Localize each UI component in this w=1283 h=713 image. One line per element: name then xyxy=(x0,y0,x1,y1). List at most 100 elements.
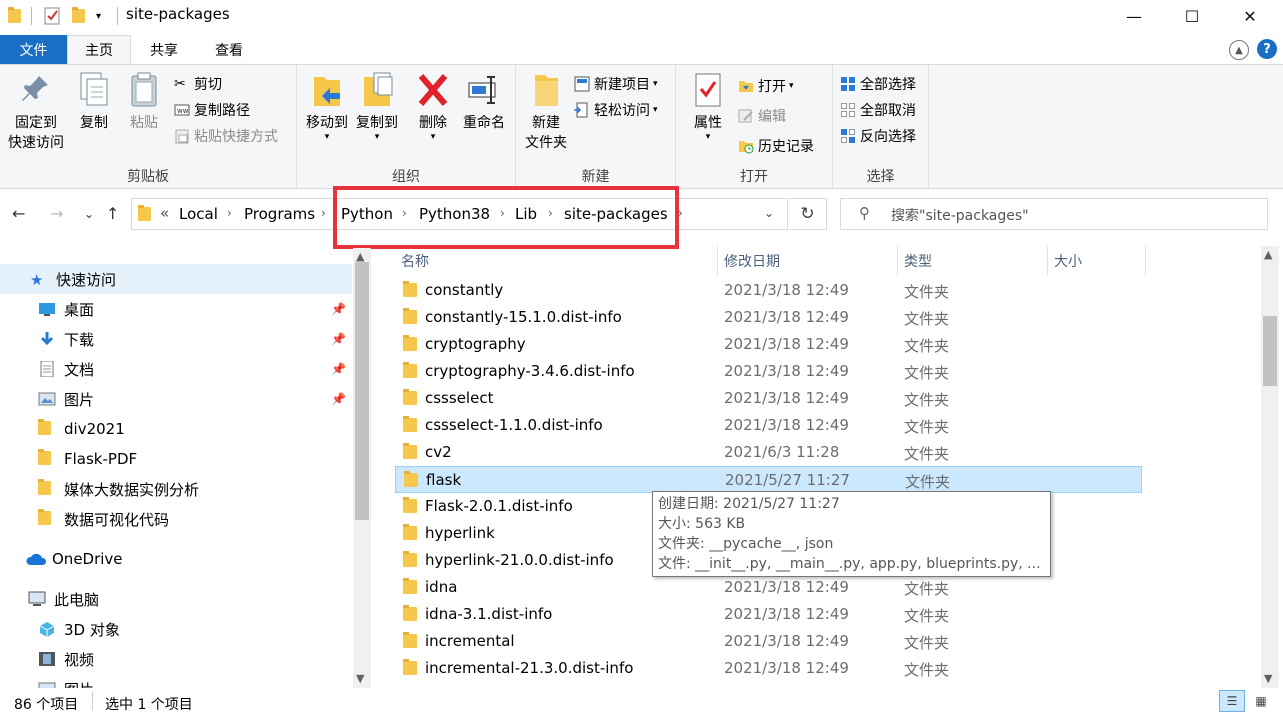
nav-pictures-pc[interactable]: 图片 xyxy=(0,674,352,688)
nav-label: 文档 xyxy=(64,360,95,379)
column-date[interactable]: 修改日期 xyxy=(718,246,898,276)
properties-button[interactable]: 属性 ▾ xyxy=(688,71,728,142)
file-row[interactable]: incremental-21.3.0.dist-info 2021/3/18 12… xyxy=(395,655,1142,682)
dropdown-icon: ▾ xyxy=(324,132,330,142)
copy-button[interactable]: 复制 xyxy=(72,71,116,133)
scroll-up-icon[interactable]: ▲ xyxy=(1264,248,1272,261)
recent-locations-icon[interactable]: ⌄ xyxy=(84,207,94,221)
file-row[interactable]: incremental 2021/3/18 12:49 文件夹 xyxy=(395,628,1142,655)
scroll-down-icon[interactable]: ▼ xyxy=(356,672,364,685)
pin-icon[interactable]: 📌 xyxy=(331,332,346,346)
nav-div2021[interactable]: div2021 xyxy=(0,414,352,444)
nav-pictures[interactable]: 图片 📌 xyxy=(0,384,352,414)
file-row[interactable]: cryptography 2021/3/18 12:49 文件夹 xyxy=(395,331,1142,358)
copy-to-button[interactable]: 复制到 ▾ xyxy=(353,71,401,142)
minimize-button[interactable]: — xyxy=(1105,0,1163,32)
nav-this-pc[interactable]: 此电脑 xyxy=(0,584,352,614)
overflow-breadcrumb[interactable]: « xyxy=(160,204,169,222)
cut-button[interactable]: ✂ 剪切 xyxy=(174,73,222,95)
file-row[interactable]: constantly-15.1.0.dist-info 2021/3/18 12:… xyxy=(395,304,1142,331)
tab-file[interactable]: 文件 xyxy=(0,35,67,64)
open-button[interactable]: 打开 ▾ xyxy=(738,75,794,97)
select-none-button[interactable]: 全部取消 xyxy=(840,99,916,121)
tab-home[interactable]: 主页 xyxy=(67,35,131,64)
up-arrow-icon[interactable]: ↑ xyxy=(106,204,119,223)
nav-videos[interactable]: 视频 xyxy=(0,644,352,674)
new-item-button[interactable]: 新建项目 ▾ xyxy=(574,73,658,95)
customize-toolbar-icon[interactable]: ▾ xyxy=(96,6,101,26)
new-folder-quick-icon[interactable] xyxy=(72,6,85,26)
file-row[interactable]: cryptography-3.4.6.dist-info 2021/3/18 12… xyxy=(395,358,1142,385)
rename-button[interactable]: 重命名 xyxy=(459,71,509,133)
dropdown-icon: ▾ xyxy=(653,79,658,89)
collapse-ribbon-icon[interactable]: ▲ xyxy=(1229,40,1249,60)
new-folder-button[interactable]: 新建 文件夹 xyxy=(520,71,572,153)
edit-button[interactable]: 编辑 xyxy=(738,105,786,127)
folder-icon xyxy=(403,497,417,513)
nav-documents[interactable]: 文档 📌 xyxy=(0,354,352,384)
tab-view[interactable]: 查看 xyxy=(196,35,262,64)
file-row[interactable]: flask 2021/5/27 11:27 文件夹 xyxy=(395,466,1142,493)
file-list-scrollbar[interactable]: ▲ ▼ xyxy=(1261,246,1279,688)
history-button[interactable]: 历史记录 xyxy=(738,135,814,157)
file-row[interactable]: cssselect-1.1.0.dist-info 2021/3/18 12:49… xyxy=(395,412,1142,439)
file-row[interactable]: cssselect 2021/3/18 12:49 文件夹 xyxy=(395,385,1142,412)
file-row[interactable]: constantly 2021/3/18 12:49 文件夹 xyxy=(395,277,1142,304)
nav-desktop[interactable]: 桌面 📌 xyxy=(0,294,352,324)
pin-quick-access-button[interactable]: 固定到 快速访问 xyxy=(4,71,68,153)
file-name: idna xyxy=(425,578,458,596)
pin-icon[interactable]: 📌 xyxy=(331,302,346,316)
easy-access-button[interactable]: 轻松访问 ▾ xyxy=(574,99,658,121)
nav-pane-scrollbar[interactable]: ▲ ▼ xyxy=(353,248,371,688)
delete-button[interactable]: 删除 ▾ xyxy=(411,71,455,142)
pin-icon[interactable]: 📌 xyxy=(331,392,346,406)
properties-quick-icon[interactable] xyxy=(44,6,60,26)
nav-flask-pdf[interactable]: Flask-PDF xyxy=(0,444,352,474)
file-row[interactable]: cv2 2021/6/3 11:28 文件夹 xyxy=(395,439,1142,466)
file-row[interactable]: idna-3.1.dist-info 2021/3/18 12:49 文件夹 xyxy=(395,601,1142,628)
pin-icon[interactable]: 📌 xyxy=(331,362,346,376)
cube-icon xyxy=(38,621,56,637)
column-type[interactable]: 类型 xyxy=(898,246,1048,276)
select-all-button[interactable]: 全部选择 xyxy=(840,73,916,95)
back-arrow-icon[interactable]: ← xyxy=(12,204,25,223)
nav-viz-code[interactable]: 数据可视化代码 xyxy=(0,504,352,534)
nav-onedrive[interactable]: OneDrive xyxy=(0,544,352,574)
large-icons-view-icon[interactable]: ▦ xyxy=(1248,690,1274,712)
address-history-dropdown-icon[interactable]: ⌄ xyxy=(764,206,774,220)
scrollbar-thumb[interactable] xyxy=(355,262,369,520)
scroll-down-icon[interactable]: ▼ xyxy=(1264,672,1272,685)
search-box[interactable]: ⚲ 搜索"site-packages" xyxy=(840,198,1268,230)
close-button[interactable]: ✕ xyxy=(1221,0,1279,32)
nav-downloads[interactable]: 下载 📌 xyxy=(0,324,352,354)
details-view-icon[interactable]: ☰ xyxy=(1219,690,1245,712)
file-date: 2021/3/18 12:49 xyxy=(724,632,849,650)
paste-shortcut-button[interactable]: 粘贴快捷方式 xyxy=(174,125,278,147)
tab-share[interactable]: 共享 xyxy=(133,35,195,64)
move-to-button[interactable]: 移动到 ▾ xyxy=(303,71,351,142)
chevron-right-icon[interactable]: › xyxy=(321,206,326,220)
maximize-button[interactable]: ☐ xyxy=(1163,0,1221,32)
column-size[interactable]: 大小 xyxy=(1048,246,1146,276)
refresh-icon[interactable]: ↻ xyxy=(789,198,827,230)
chevron-right-icon[interactable]: › xyxy=(227,206,232,220)
breadcrumb-programs[interactable]: Programs xyxy=(244,205,315,223)
forward-arrow-icon[interactable]: → xyxy=(50,204,63,223)
file-row[interactable]: idna 2021/3/18 12:49 文件夹 xyxy=(395,574,1142,601)
nav-quick-access[interactable]: ★ 快速访问 xyxy=(0,264,352,294)
folder-icon xyxy=(403,416,417,432)
copy-to-label: 复制到 xyxy=(356,115,398,131)
nav-3d-objects[interactable]: 3D 对象 xyxy=(0,614,352,644)
nav-media-analysis[interactable]: 媒体大数据实例分析 xyxy=(0,474,352,504)
breadcrumb-local[interactable]: Local xyxy=(179,205,218,223)
column-name[interactable]: 名称 xyxy=(395,246,718,276)
copy-path-button[interactable]: ww 复制路径 xyxy=(174,99,250,121)
file-name: constantly xyxy=(425,281,504,299)
help-icon[interactable]: ? xyxy=(1257,39,1277,59)
paste-button[interactable]: 粘贴 xyxy=(122,71,166,133)
invert-selection-button[interactable]: 反向选择 xyxy=(840,125,916,147)
nav-label: div2021 xyxy=(64,420,125,438)
nav-label: 图片 xyxy=(64,390,95,409)
scrollbar-thumb[interactable] xyxy=(1263,316,1277,386)
divider xyxy=(31,7,32,25)
